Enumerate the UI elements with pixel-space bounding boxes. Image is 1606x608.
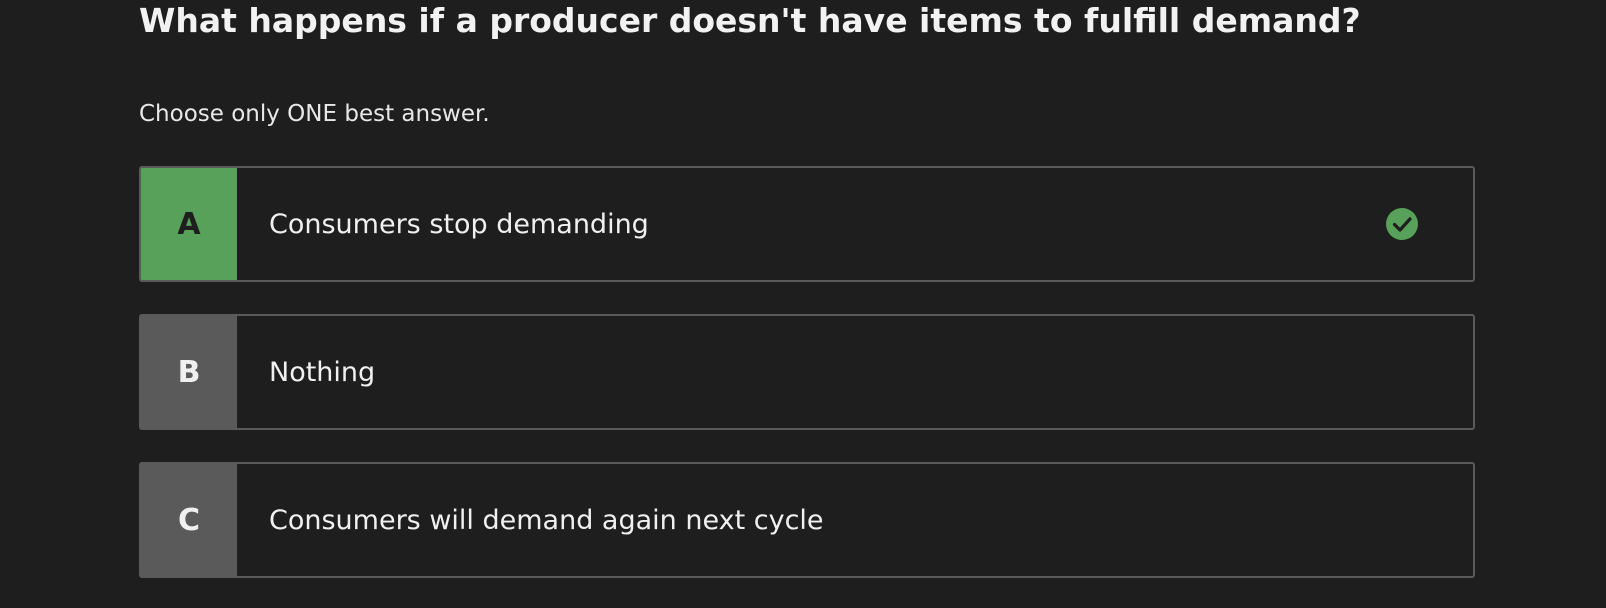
answer-option-c[interactable]: C Consumers will demand again next cycle <box>139 462 1475 578</box>
answer-options: A Consumers stop demanding B Nothing C C… <box>139 166 1475 608</box>
answer-option-b[interactable]: B Nothing <box>139 314 1475 430</box>
answer-option-a[interactable]: A Consumers stop demanding <box>139 166 1475 282</box>
option-letter: C <box>141 464 237 576</box>
instruction-text: Choose only ONE best answer. <box>139 101 490 127</box>
option-letter: A <box>141 168 237 280</box>
quiz-question-panel: What happens if a producer doesn't have … <box>0 0 1606 608</box>
option-label: Consumers will demand again next cycle <box>269 504 824 536</box>
check-circle-icon <box>1386 208 1418 240</box>
option-letter: B <box>141 316 237 428</box>
option-label: Nothing <box>269 356 376 388</box>
option-label: Consumers stop demanding <box>269 208 649 240</box>
question-text: What happens if a producer doesn't have … <box>139 1 1361 40</box>
